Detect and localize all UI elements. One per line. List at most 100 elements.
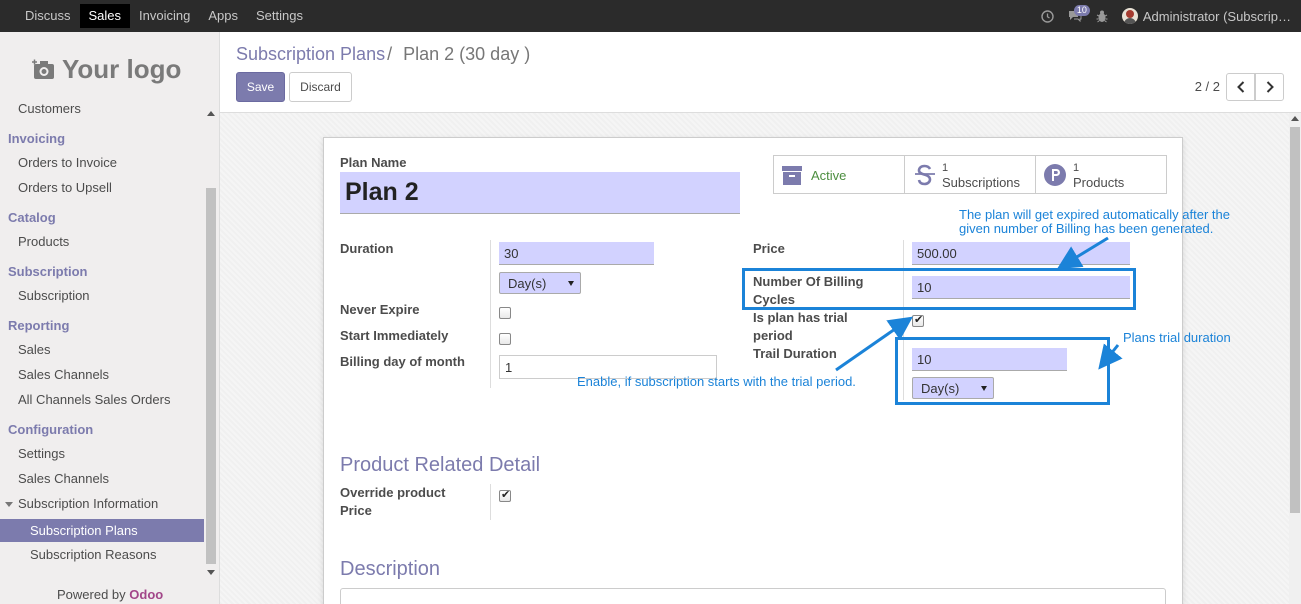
product-icon [1044,164,1066,186]
sidebar-item-sales[interactable]: Sales [18,342,51,357]
user-name: Administrator (Subscrip… [1142,8,1291,24]
products-label: Products [1073,175,1125,190]
never-expire-checkbox[interactable] [499,307,511,319]
subscriptions-count: 1 [942,162,949,174]
breadcrumb-parent[interactable]: Subscription Plans [236,44,385,64]
duration-label: Duration [340,241,394,256]
scroll-up-icon[interactable] [207,111,215,116]
company-logo[interactable]: Your logo [32,54,181,85]
menu-apps[interactable]: Apps [199,4,247,28]
start-immediately-label: Start Immediately [340,328,449,343]
caret-down-icon [568,281,574,286]
override-price-label-line1: Override product [340,485,446,500]
trial-period-checkbox[interactable] [912,313,924,327]
sidebar-scrollbar[interactable] [205,108,217,578]
sidebar-section-subscription: Subscription [8,264,88,279]
sidebar-group-subscription-information[interactable]: Subscription Information [18,496,158,511]
products-stat-button[interactable]: 1 Products [1035,155,1167,194]
sidebar-item-sales-channels-report[interactable]: Sales Channels [18,367,109,382]
chevron-right-icon [1266,81,1274,93]
scrollbar-thumb[interactable] [206,188,216,564]
menu-invoicing[interactable]: Invoicing [130,4,199,28]
sidebar-item-products[interactable]: Products [18,234,69,249]
price-label: Price [753,241,785,256]
camera-icon [32,59,54,79]
bug-icon[interactable] [1096,10,1108,23]
start-immediately-checkbox[interactable] [499,333,511,345]
sidebar-item-subscription[interactable]: Subscription [18,288,90,303]
sidebar-item-settings[interactable]: Settings [18,446,65,461]
scrollbar-thumb[interactable] [1290,127,1300,513]
breadcrumb-separator: / [387,44,393,64]
override-price-checkbox[interactable] [499,488,511,502]
sidebar-item-orders-to-invoice[interactable]: Orders to Invoice [18,155,117,170]
menu-sales[interactable]: Sales [79,4,131,28]
messages-icon[interactable]: 10 [1068,5,1090,22]
sidebar-item-all-channels-sales-orders[interactable]: All Channels Sales Orders [18,392,170,407]
top-navbar: Discuss Sales Invoicing Apps Settings 10… [0,0,1301,32]
control-panel: Subscription Plans / Plan 2 (30 day ) Sav… [220,32,1301,113]
odoo-link[interactable]: Odoo [129,587,163,602]
subscriptions-stat-button[interactable]: 1 Subscriptions [904,155,1036,194]
sidebar-menu: Customers Invoicing Orders to Invoice Or… [0,100,205,580]
description-title: Description [340,558,441,580]
subscriptions-label: Subscriptions [942,175,1021,190]
duration-unit-value: Day(s) [508,275,547,291]
trial-enable-note: Enable, if subscription starts with the … [577,374,856,389]
sidebar-section-configuration: Configuration [8,422,94,437]
sidebar: Your logo Customers Invoicing Orders to … [0,32,220,604]
billing-cycles-note-line1: The plan will get expired automatically … [959,207,1230,222]
field-separator [490,484,491,520]
description-editor[interactable] [340,588,1166,604]
pager-value: 2 / 2 [1194,79,1220,94]
systray: 10 Administrator (Subscrip… [1041,0,1291,32]
clock-icon[interactable] [1041,9,1054,23]
sidebar-item-subscription-reasons[interactable]: Subscription Reasons [30,547,156,562]
field-separator [490,240,491,388]
trial-period-label-line2: period [753,328,793,343]
menu-discuss[interactable]: Discuss [16,4,80,28]
breadcrumb-current: Plan 2 (30 day ) [403,44,531,64]
archive-icon [782,166,802,185]
discard-button[interactable]: Discard [289,72,352,102]
powered-by: Powered by Odoo [57,587,163,602]
never-expire-label: Never Expire [340,302,420,317]
trail-duration-highlight [895,337,1110,405]
chevron-left-icon [1236,81,1244,93]
pager-previous-button[interactable] [1226,73,1255,101]
active-toggle-button[interactable]: Active [773,155,905,194]
subscription-icon [915,164,935,186]
trial-duration-note: Plans trial duration [1123,330,1231,345]
billing-cycles-note-line2: given number of Billing has been generat… [959,221,1214,236]
sidebar-item-subscription-plans[interactable]: Subscription Plans [0,519,204,542]
billing-cycles-highlight [742,268,1136,310]
save-button[interactable]: Save [236,72,285,102]
products-count: 1 [1073,162,1080,174]
duration-input[interactable]: 30 [499,242,654,265]
powered-by-text: Powered by [57,587,126,602]
logo-text: Your logo [62,54,182,84]
override-price-label-line2: Price [340,503,372,518]
product-related-detail-title: Product Related Detail [340,454,541,476]
main-scrollbar[interactable] [1289,113,1301,604]
plan-name-input[interactable]: Plan 2 [340,172,740,214]
menu-settings[interactable]: Settings [247,4,312,28]
trial-period-label-line1: Is plan has trial [753,310,848,325]
billing-day-label: Billing day of month [340,354,465,369]
scroll-up-icon[interactable] [1291,116,1299,121]
caret-down-icon[interactable] [5,502,13,507]
plan-name-label: Plan Name [340,155,407,170]
active-label: Active [811,168,847,183]
scroll-down-icon[interactable] [207,570,215,575]
sidebar-section-catalog: Catalog [8,210,56,225]
user-menu[interactable]: Administrator (Subscrip… [1121,8,1291,24]
message-count-badge: 10 [1073,5,1090,16]
sidebar-item-customers[interactable]: Customers [18,101,81,116]
price-input[interactable]: 500.00 [912,242,1130,265]
sidebar-item-sales-channels[interactable]: Sales Channels [18,471,109,486]
pager-next-button[interactable] [1255,73,1284,101]
duration-unit-select[interactable]: Day(s) [499,272,581,294]
avatar [1121,8,1138,24]
sidebar-item-orders-to-upsell[interactable]: Orders to Upsell [18,180,112,195]
breadcrumb: Subscription Plans / Plan 2 (30 day ) [236,44,530,65]
